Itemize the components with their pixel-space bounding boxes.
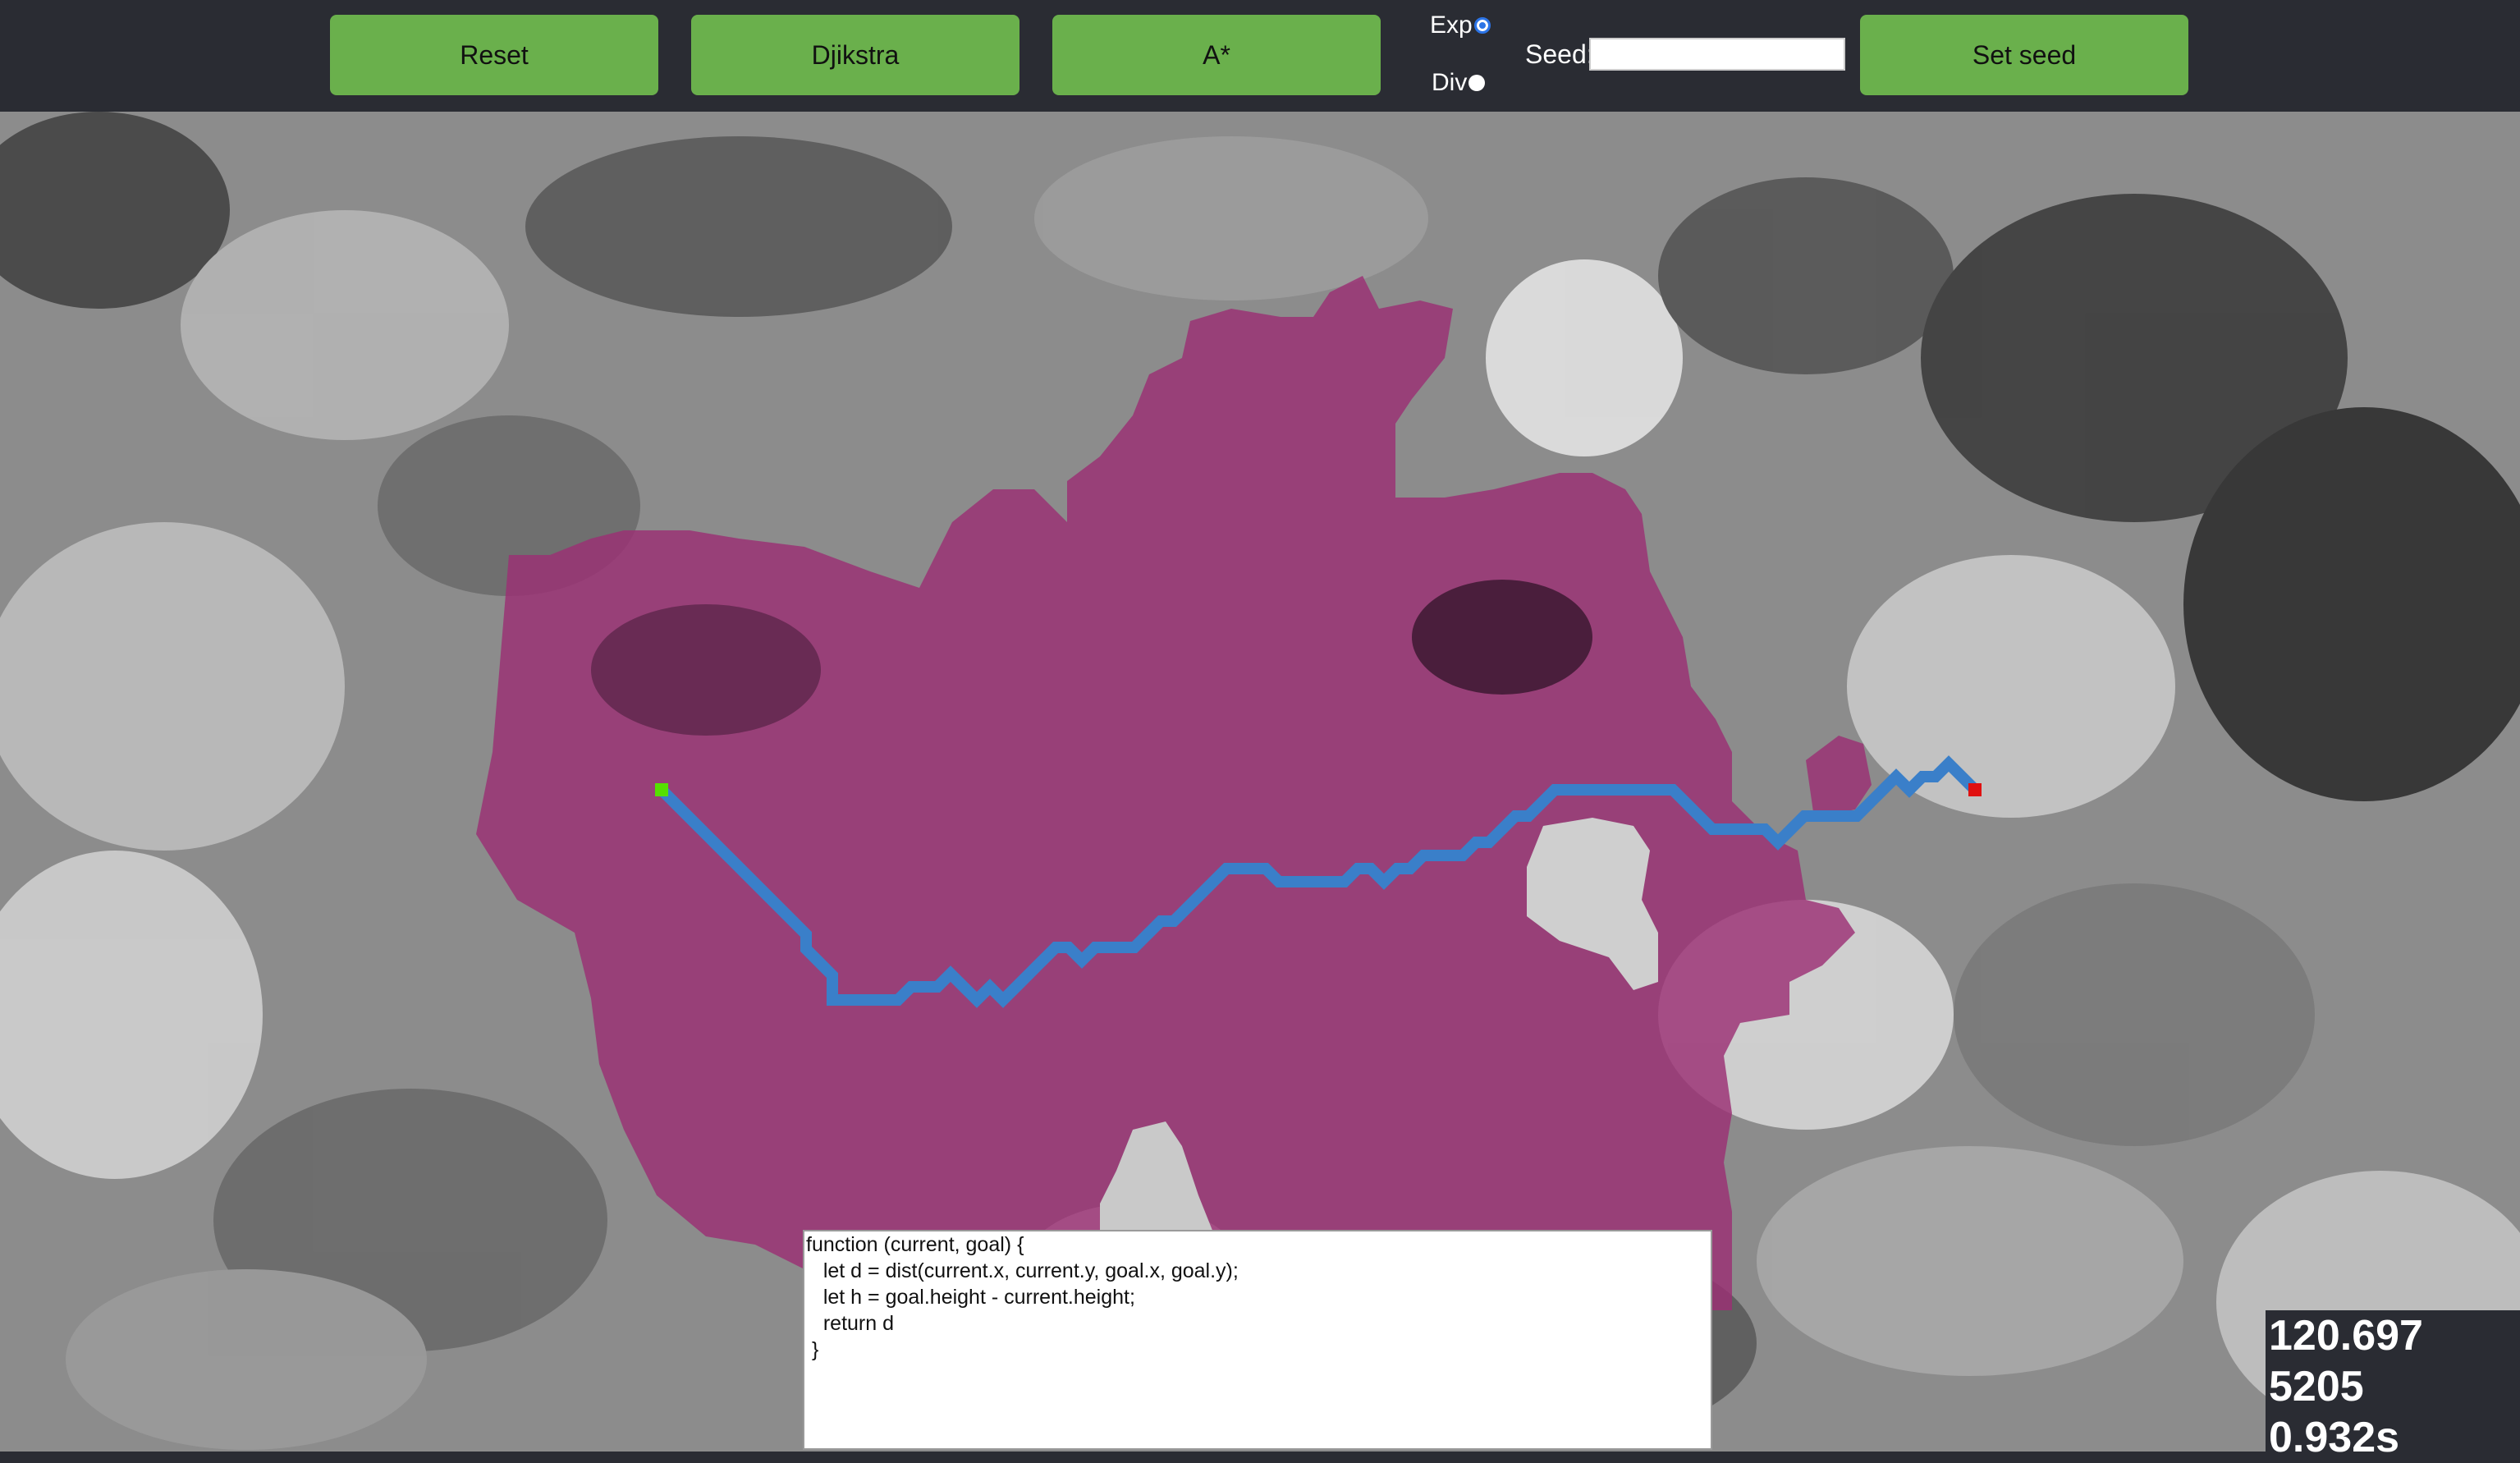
- bottom-edge: [0, 1452, 2520, 1458]
- mode-option-div[interactable]: Div: [1432, 69, 1486, 97]
- seed-label: Seed:: [1525, 39, 1594, 69]
- exp-radio[interactable]: [1473, 17, 1491, 34]
- start-node: [655, 783, 668, 796]
- mode-option-exp[interactable]: Exp: [1430, 11, 1491, 39]
- mode-option-exp-label: Exp: [1430, 11, 1473, 39]
- path-cost-value: 120.697: [2269, 1312, 2423, 1360]
- dark-basin-left: [591, 604, 821, 736]
- set-seed-button[interactable]: Set seed: [1860, 15, 2188, 95]
- dijkstra-button[interactable]: Djikstra: [691, 15, 1019, 95]
- heuristic-code-editor[interactable]: [803, 1230, 1712, 1450]
- toolbar: Reset Djikstra A* Exp Div Seed: Set seed: [0, 0, 2520, 112]
- div-radio[interactable]: [1468, 75, 1486, 91]
- mode-option-div-label: Div: [1432, 69, 1468, 96]
- reset-button[interactable]: Reset: [330, 15, 658, 95]
- seed-input[interactable]: [1589, 38, 1845, 71]
- dark-basin: [1412, 580, 1592, 695]
- nodes-explored-value: 5205: [2269, 1363, 2364, 1410]
- elapsed-time-value: 0.932s: [2269, 1414, 2400, 1461]
- stats-panel: 120.697 5205 0.932s: [2266, 1310, 2520, 1461]
- astar-button[interactable]: A*: [1052, 15, 1381, 95]
- goal-node: [1968, 783, 1982, 796]
